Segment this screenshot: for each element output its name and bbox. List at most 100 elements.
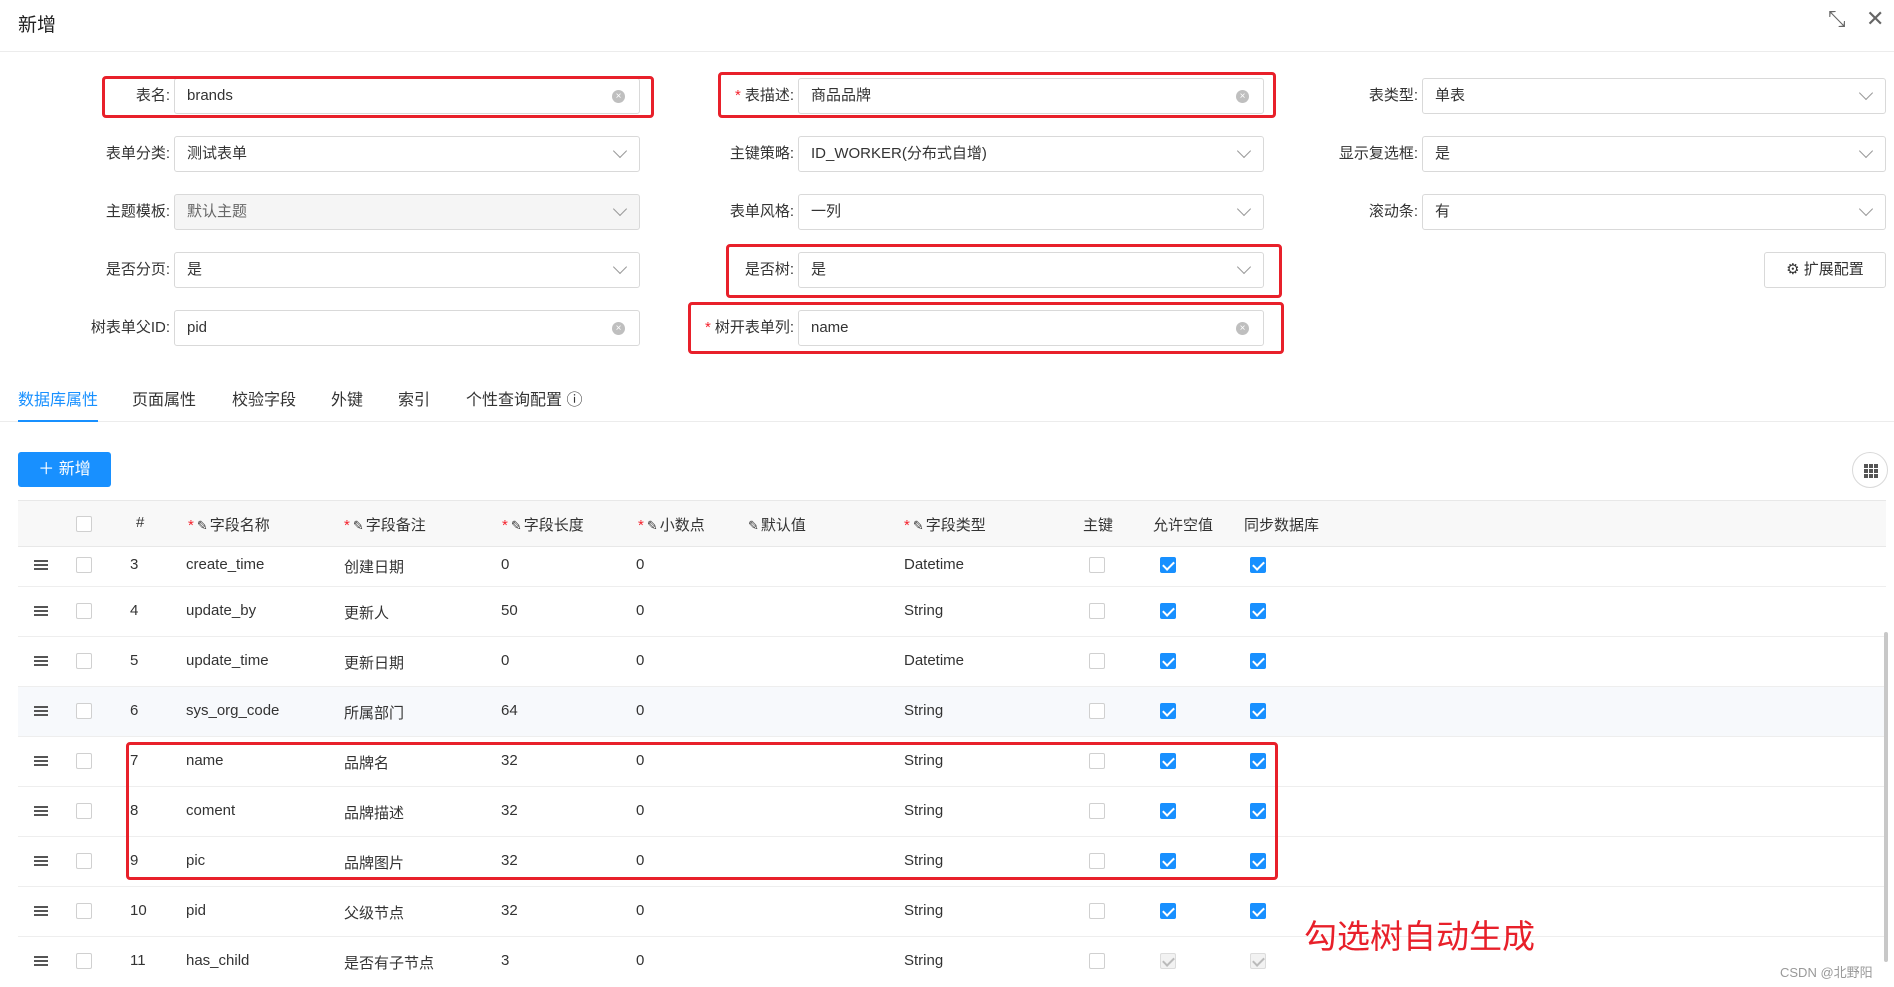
cell-field-type[interactable]: String: [904, 852, 943, 869]
cell-field-name[interactable]: sys_org_code: [186, 702, 279, 719]
tab-foreign-key[interactable]: 外键: [331, 386, 363, 410]
nullable-checkbox[interactable]: [1160, 653, 1176, 669]
table-row[interactable]: 3 create_time 创建日期 0 0 Datetime: [18, 547, 1886, 587]
cell-field-length[interactable]: 32: [501, 852, 518, 869]
show-checkbox-select[interactable]: 是: [1422, 136, 1886, 172]
clear-icon[interactable]: ×: [612, 90, 625, 103]
nullable-checkbox[interactable]: [1160, 603, 1176, 619]
tree-parent-input[interactable]: pid ×: [174, 310, 640, 346]
col-default-value[interactable]: ✎ 默认值: [748, 514, 806, 535]
table-name-input[interactable]: brands ×: [174, 78, 640, 114]
cell-decimal[interactable]: 0: [636, 902, 644, 919]
cell-field-comment[interactable]: 是否有子节点: [344, 952, 434, 973]
pk-checkbox[interactable]: [1089, 703, 1105, 719]
row-select-checkbox[interactable]: [76, 803, 92, 819]
drag-handle-icon[interactable]: [34, 856, 48, 866]
row-select-checkbox[interactable]: [76, 703, 92, 719]
pk-strategy-select[interactable]: ID_WORKER(分布式自增): [798, 136, 1264, 172]
column-settings-button[interactable]: [1852, 452, 1888, 488]
clear-icon[interactable]: ×: [1236, 322, 1249, 335]
tree-col-input[interactable]: name ×: [798, 310, 1264, 346]
sync-db-checkbox[interactable]: [1250, 853, 1266, 869]
cell-decimal[interactable]: 0: [636, 652, 644, 669]
sync-db-checkbox[interactable]: [1250, 603, 1266, 619]
cell-field-type[interactable]: String: [904, 802, 943, 819]
drag-handle-icon[interactable]: [34, 806, 48, 816]
pk-checkbox[interactable]: [1089, 903, 1105, 919]
pk-checkbox[interactable]: [1089, 753, 1105, 769]
sync-db-checkbox[interactable]: [1250, 653, 1266, 669]
cell-decimal[interactable]: 0: [636, 802, 644, 819]
nullable-checkbox[interactable]: [1160, 903, 1176, 919]
col-decimal[interactable]: * ✎ 小数点: [638, 514, 705, 535]
cell-field-comment[interactable]: 更新人: [344, 602, 389, 623]
cell-decimal[interactable]: 0: [636, 852, 644, 869]
cell-field-length[interactable]: 64: [501, 702, 518, 719]
table-row[interactable]: 4 update_by 更新人 50 0 String: [18, 587, 1886, 637]
cell-field-comment[interactable]: 更新日期: [344, 652, 404, 673]
cell-field-name[interactable]: update_time: [186, 652, 269, 669]
row-select-checkbox[interactable]: [76, 653, 92, 669]
col-field-name[interactable]: * ✎ 字段名称: [188, 514, 270, 535]
table-row[interactable]: 8 coment 品牌描述 32 0 String: [18, 787, 1886, 837]
cell-field-name[interactable]: coment: [186, 802, 235, 819]
row-select-checkbox[interactable]: [76, 753, 92, 769]
drag-handle-icon[interactable]: [34, 906, 48, 916]
row-select-checkbox[interactable]: [76, 953, 92, 969]
cell-field-comment[interactable]: 品牌图片: [344, 852, 404, 873]
cell-field-length[interactable]: 50: [501, 602, 518, 619]
col-field-type[interactable]: * ✎ 字段类型: [904, 514, 986, 535]
table-type-select[interactable]: 单表: [1422, 78, 1886, 114]
cell-field-name[interactable]: pic: [186, 852, 205, 869]
cell-decimal[interactable]: 0: [636, 602, 644, 619]
cell-field-comment[interactable]: 品牌描述: [344, 802, 404, 823]
table-scrollbar[interactable]: [1884, 632, 1888, 962]
cell-field-comment[interactable]: 品牌名: [344, 752, 389, 773]
pk-checkbox[interactable]: [1089, 803, 1105, 819]
fullscreen-icon[interactable]: ⤡: [1828, 6, 1846, 32]
pk-checkbox[interactable]: [1089, 557, 1105, 573]
col-field-comment[interactable]: * ✎ 字段备注: [344, 514, 426, 535]
drag-handle-icon[interactable]: [34, 560, 48, 570]
cell-field-type[interactable]: String: [904, 752, 943, 769]
cell-field-comment[interactable]: 创建日期: [344, 556, 404, 577]
cell-field-length[interactable]: 0: [501, 652, 509, 669]
sync-db-checkbox[interactable]: [1250, 557, 1266, 573]
row-select-checkbox[interactable]: [76, 903, 92, 919]
sync-db-checkbox[interactable]: [1250, 903, 1266, 919]
row-select-checkbox[interactable]: [76, 853, 92, 869]
cell-field-comment[interactable]: 所属部门: [344, 702, 404, 723]
tab-validation[interactable]: 校验字段: [232, 386, 296, 410]
clear-icon[interactable]: ×: [1236, 90, 1249, 103]
cell-field-name[interactable]: has_child: [186, 952, 249, 969]
table-row[interactable]: 5 update_time 更新日期 0 0 Datetime: [18, 637, 1886, 687]
select-all-checkbox[interactable]: [76, 516, 92, 532]
nullable-checkbox[interactable]: [1160, 557, 1176, 573]
paging-select[interactable]: 是: [174, 252, 640, 288]
pk-checkbox[interactable]: [1089, 953, 1105, 969]
drag-handle-icon[interactable]: [34, 956, 48, 966]
clear-icon[interactable]: ×: [612, 322, 625, 335]
table-desc-input[interactable]: 商品品牌 ×: [798, 78, 1264, 114]
drag-handle-icon[interactable]: [34, 756, 48, 766]
tab-page-props[interactable]: 页面属性: [132, 386, 196, 410]
is-tree-select[interactable]: 是: [798, 252, 1264, 288]
drag-handle-icon[interactable]: [34, 706, 48, 716]
cell-field-comment[interactable]: 父级节点: [344, 902, 404, 923]
table-row[interactable]: 7 name 品牌名 32 0 String: [18, 737, 1886, 787]
pk-checkbox[interactable]: [1089, 653, 1105, 669]
scrollbar-select[interactable]: 有: [1422, 194, 1886, 230]
ext-config-button[interactable]: ⚙ 扩展配置: [1764, 252, 1886, 288]
cell-field-length[interactable]: 0: [501, 556, 509, 573]
cell-decimal[interactable]: 0: [636, 702, 644, 719]
tab-db-props[interactable]: 数据库属性: [18, 386, 98, 410]
cell-field-length[interactable]: 32: [501, 752, 518, 769]
cell-field-length[interactable]: 3: [501, 952, 509, 969]
cell-decimal[interactable]: 0: [636, 556, 644, 573]
form-style-select[interactable]: 一列: [798, 194, 1264, 230]
row-select-checkbox[interactable]: [76, 557, 92, 573]
form-category-select[interactable]: 测试表单: [174, 136, 640, 172]
close-icon[interactable]: ✕: [1866, 6, 1884, 32]
add-row-button[interactable]: ＋ 新增: [18, 452, 111, 487]
col-field-length[interactable]: * ✎ 字段长度: [502, 514, 584, 535]
